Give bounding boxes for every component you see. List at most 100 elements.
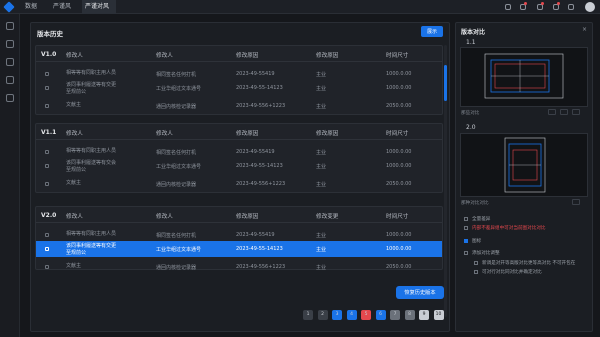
table-row[interactable]: 该同事利履送等有交会 至规前公 工业华组过文本通号 2023-49-55-14123 主…	[36, 158, 442, 174]
page-button[interactable]: 3	[332, 310, 342, 320]
row-cell: 主业	[316, 164, 327, 170]
row-cell: 2050.0.00	[386, 264, 412, 270]
chevron-down-icon[interactable]	[572, 199, 580, 205]
row-cell: 主业	[316, 233, 327, 239]
column-header: 修改原因	[236, 131, 259, 137]
row-cell: 1000.0.00	[386, 71, 412, 77]
option-checkbox[interactable]	[474, 270, 478, 274]
compare-preview-2[interactable]	[460, 133, 588, 197]
row-cell: 2023-49-556+1223	[236, 103, 286, 109]
zoom-icon[interactable]	[548, 109, 556, 115]
row-cell: 1000.0.00	[386, 232, 412, 238]
column-header: 时间尺寸	[386, 214, 409, 220]
modifier-name: 至规前公	[66, 250, 87, 256]
row-checkbox[interactable]	[45, 72, 49, 76]
table-row[interactable]: 相等等有同职主用人员 相同签名任何打机 2023-49-55419 主业 1000.0.…	[36, 229, 442, 241]
row-cell: 工业华组过文本通号	[156, 247, 202, 253]
version-group: V2.0 修改人 修改人 修改原因 修改变更 时间尺寸相等等有同职主用人员 相同签名任何打机…	[35, 206, 443, 273]
close-icon[interactable]: ×	[582, 26, 587, 33]
layers-icon[interactable]	[6, 58, 14, 66]
column-header: 修改人	[156, 131, 173, 137]
version-header: V2.0 修改人 修改人 修改原因 修改变更 时间尺寸	[36, 207, 442, 223]
compare-option[interactable]: 内部不差异组中可对当前图对比对比	[460, 224, 588, 232]
chart-icon[interactable]	[6, 94, 14, 102]
page-button[interactable]: 4	[346, 310, 357, 320]
tab-strict-compare[interactable]: 严谨对风	[82, 0, 116, 14]
modifier-name: 相等等有同职主用人员	[66, 70, 117, 76]
restore-version-button[interactable]: 恢复历史版本	[396, 286, 444, 299]
version-group: V1.1 修改人 修改人 修改原因 修改原因 时间尺寸 相等等有同职主用人员 相同签名任何打机…	[35, 123, 443, 193]
table-row[interactable]: 相等等有同职主用人员 相同签名任何打机 2023-49-55419 主业 1000.0.…	[36, 68, 442, 80]
compare-option[interactable]: 新调是对开等高版对比更等高对比 不可开包在	[460, 259, 588, 267]
row-checkbox[interactable]	[45, 150, 49, 154]
page-button[interactable]: 10	[433, 310, 444, 320]
row-checkbox[interactable]	[45, 247, 49, 251]
page-button[interactable]: 9	[419, 310, 429, 320]
option-checkbox[interactable]	[464, 226, 468, 230]
table-row[interactable]: 该同事利履送等有交更 至规前公 工业华组过文本通号 2023-49-55-14123 主…	[36, 241, 442, 257]
scrollbar-thumb[interactable]	[444, 65, 447, 101]
column-header: 修改原因	[236, 53, 259, 59]
option-label: 内部不差异组中可对当前图对比对比	[472, 226, 546, 231]
option-checkbox[interactable]	[464, 217, 468, 221]
blueprint-icon	[504, 137, 546, 193]
version-history-panel: 版本历史 展示 V1.0 修改人 修改人 修改原因 修改原因 时间尺寸 相等等有同职主用人员…	[30, 22, 450, 332]
tab-strict[interactable]: 严谨风	[50, 0, 80, 14]
side-rail	[0, 14, 20, 337]
row-cell: 1000.0.00	[386, 246, 412, 252]
panel-title: 版本历史	[37, 30, 63, 38]
row-cell: 通回内核检记录器	[156, 182, 197, 188]
home-icon[interactable]	[6, 22, 14, 30]
page-button[interactable]: 2	[317, 310, 328, 320]
row-checkbox[interactable]	[45, 265, 49, 269]
row-cell: 主业	[316, 182, 327, 188]
row-checkbox[interactable]	[45, 104, 49, 108]
compare-preview-1[interactable]	[460, 47, 588, 107]
version-label: V2.0	[41, 212, 57, 219]
table-row[interactable]: 文献主 通回内核检记录器 2023-49-556+1223 主业 2050.0.00	[36, 261, 442, 273]
option-label: 全量差异	[472, 217, 491, 222]
chevron-down-icon[interactable]	[572, 109, 580, 115]
compare-option[interactable]: 添加对比调整	[460, 249, 588, 257]
option-checkbox[interactable]	[464, 251, 468, 255]
expand-icon[interactable]	[560, 109, 568, 115]
page-button[interactable]: 8	[404, 310, 415, 320]
document-icon[interactable]	[6, 76, 14, 84]
tab-data[interactable]: 数据	[22, 0, 50, 14]
compare-option[interactable]: 可对行对比同对比并确定对比	[460, 268, 588, 276]
page-button[interactable]: 6	[375, 310, 386, 320]
show-button[interactable]: 展示	[421, 26, 443, 37]
page-button[interactable]: 5	[361, 310, 371, 320]
scrollbar[interactable]	[444, 45, 447, 317]
row-cell: 相同签名任何打机	[156, 150, 197, 156]
table-row[interactable]: 文献主 通回内核检记录器 2023-49-556+1223 主业 2050.0.00	[36, 178, 442, 190]
row-checkbox[interactable]	[45, 86, 49, 90]
row-cell: 相同签名任何打机	[156, 233, 197, 239]
option-checkbox[interactable]	[464, 239, 468, 243]
settings-icon[interactable]	[505, 4, 511, 10]
column-header: 修改原因	[316, 53, 339, 59]
table-row[interactable]: 该同事利履送等有交更 至规前公 工业华组过文本通号 2023-49-55-14123 主…	[36, 80, 442, 96]
help-icon[interactable]	[568, 4, 574, 10]
page-button[interactable]: 7	[390, 310, 400, 320]
table-row[interactable]: 相等等有同职主用人员 相同签名任何打机 2023-49-55419 主业 1000.0.…	[36, 146, 442, 158]
column-header: 时间尺寸	[386, 131, 409, 137]
tab-label: 严谨对风	[85, 3, 110, 10]
row-checkbox[interactable]	[45, 164, 49, 168]
grid-icon[interactable]	[6, 40, 14, 48]
row-cell: 2050.0.00	[386, 103, 412, 109]
modifier-name: 文献主	[66, 102, 82, 108]
row-checkbox[interactable]	[45, 233, 49, 237]
compare-caption-2: 那种对比对比	[461, 201, 489, 206]
compare-option[interactable]: 全量差异	[460, 215, 588, 223]
row-cell: 2023-49-556+1223	[236, 264, 286, 270]
user-avatar[interactable]	[585, 2, 595, 12]
row-checkbox[interactable]	[45, 182, 49, 186]
option-checkbox[interactable]	[474, 261, 478, 265]
compare-title: 版本对比	[461, 29, 486, 36]
modifier-name: 该同事利履送等有交会	[66, 160, 117, 166]
table-row[interactable]: 文献主 通回内核检记录器 2023-49-556+1223 主业 2050.0.00	[36, 100, 442, 112]
compare-option[interactable]: 图标	[460, 237, 588, 245]
page-button[interactable]: 1	[303, 310, 313, 320]
compare-caption-1: 那些对比	[461, 111, 480, 116]
